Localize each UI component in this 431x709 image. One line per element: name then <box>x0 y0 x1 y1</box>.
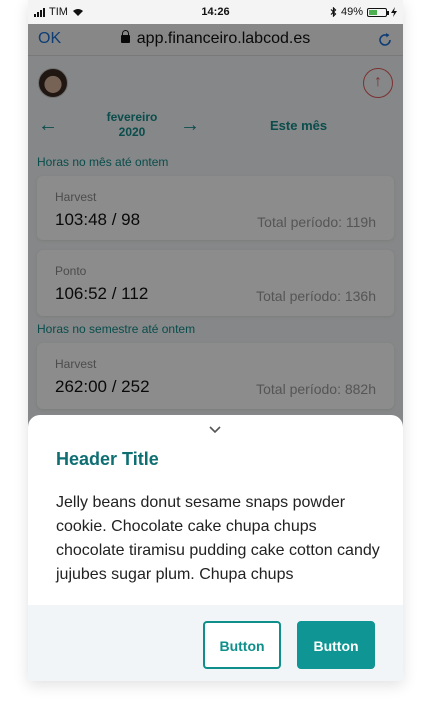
chevron-down-icon[interactable] <box>208 425 222 435</box>
battery-percent: 49% <box>340 6 363 18</box>
primary-button[interactable]: Button <box>297 621 375 669</box>
sheet-body: Jelly beans donut sesame snaps powder co… <box>56 494 380 583</box>
battery-fill <box>369 9 378 15</box>
phone-screen: TIM 14:26 49% OK app.financeiro.labcod.e… <box>28 0 403 681</box>
sheet-title: Header Title <box>56 449 159 469</box>
secondary-button[interactable]: Button <box>203 621 281 669</box>
sheet-footer: Button Button <box>28 605 403 681</box>
status-right: 49% <box>330 6 397 18</box>
battery-icon <box>367 7 389 17</box>
bottom-sheet: Header Title Jelly beans donut sesame sn… <box>28 415 403 681</box>
bluetooth-icon <box>330 7 337 17</box>
charging-icon <box>391 7 397 17</box>
status-bar: TIM 14:26 49% <box>28 0 403 24</box>
